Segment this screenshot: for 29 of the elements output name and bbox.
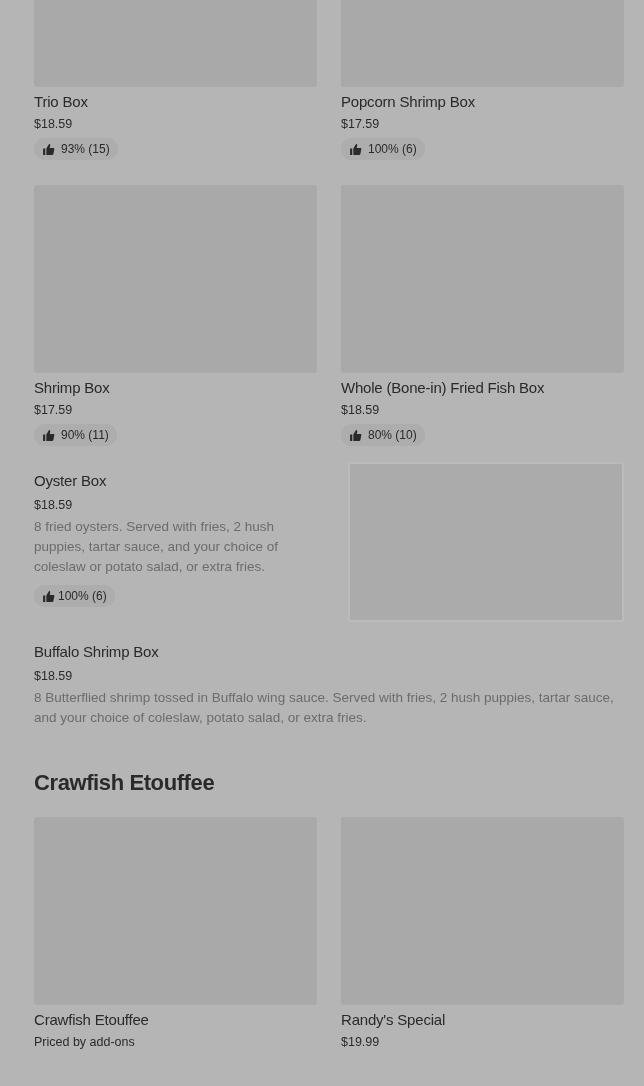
- item-price: $19.99: [341, 1034, 381, 1051]
- rating-text: 100% (6): [58, 589, 107, 603]
- item-description: 8 fried oysters. Served with fries, 2 hush puppies, tartar sauce, and your choice of coleslaw or potato salad, or extra fries.: [34, 518, 279, 576]
- item-title: Randy's Special: [341, 1010, 447, 1030]
- item-price: $18.59: [341, 402, 381, 419]
- item-title: Popcorn Shrimp Box: [341, 92, 476, 112]
- item-price: $18.59: [34, 668, 74, 685]
- item-title: Oyster Box: [34, 471, 108, 491]
- item-title: Trio Box: [34, 92, 89, 112]
- rating-text: 93% (15): [61, 142, 110, 156]
- rating-text: 90% (11): [61, 428, 109, 442]
- thumbs-up-icon: [42, 428, 55, 442]
- thumbs-up-icon: [349, 428, 362, 442]
- item-title: Whole (Bone-in) Fried Fish Box: [341, 378, 546, 398]
- item-price: $18.59: [34, 116, 74, 133]
- item-price: $17.59: [34, 402, 74, 419]
- thumbs-up-icon: [42, 142, 55, 156]
- item-price: $17.59: [341, 116, 381, 133]
- rating-text: 100% (6): [368, 142, 417, 156]
- item-title: Crawfish Etouffee: [34, 1010, 150, 1030]
- item-price: $18.59: [34, 497, 74, 514]
- item-price: Priced by add-ons: [34, 1034, 136, 1051]
- rating-text: 80% (10): [368, 428, 417, 442]
- thumbs-up-icon: [349, 142, 362, 156]
- item-title: Shrimp Box: [34, 378, 111, 398]
- section-heading: Crawfish Etouffee: [34, 770, 216, 796]
- item-title: Buffalo Shrimp Box: [34, 642, 160, 662]
- item-description: 8 Butterflied shrimp tossed in Buffalo wing sauce. Served with fries, 2 hush puppies, tartar sauce, and your choice of coleslaw, potato salad, or extra fries.: [34, 689, 615, 727]
- thumbs-up-icon: [42, 589, 55, 603]
